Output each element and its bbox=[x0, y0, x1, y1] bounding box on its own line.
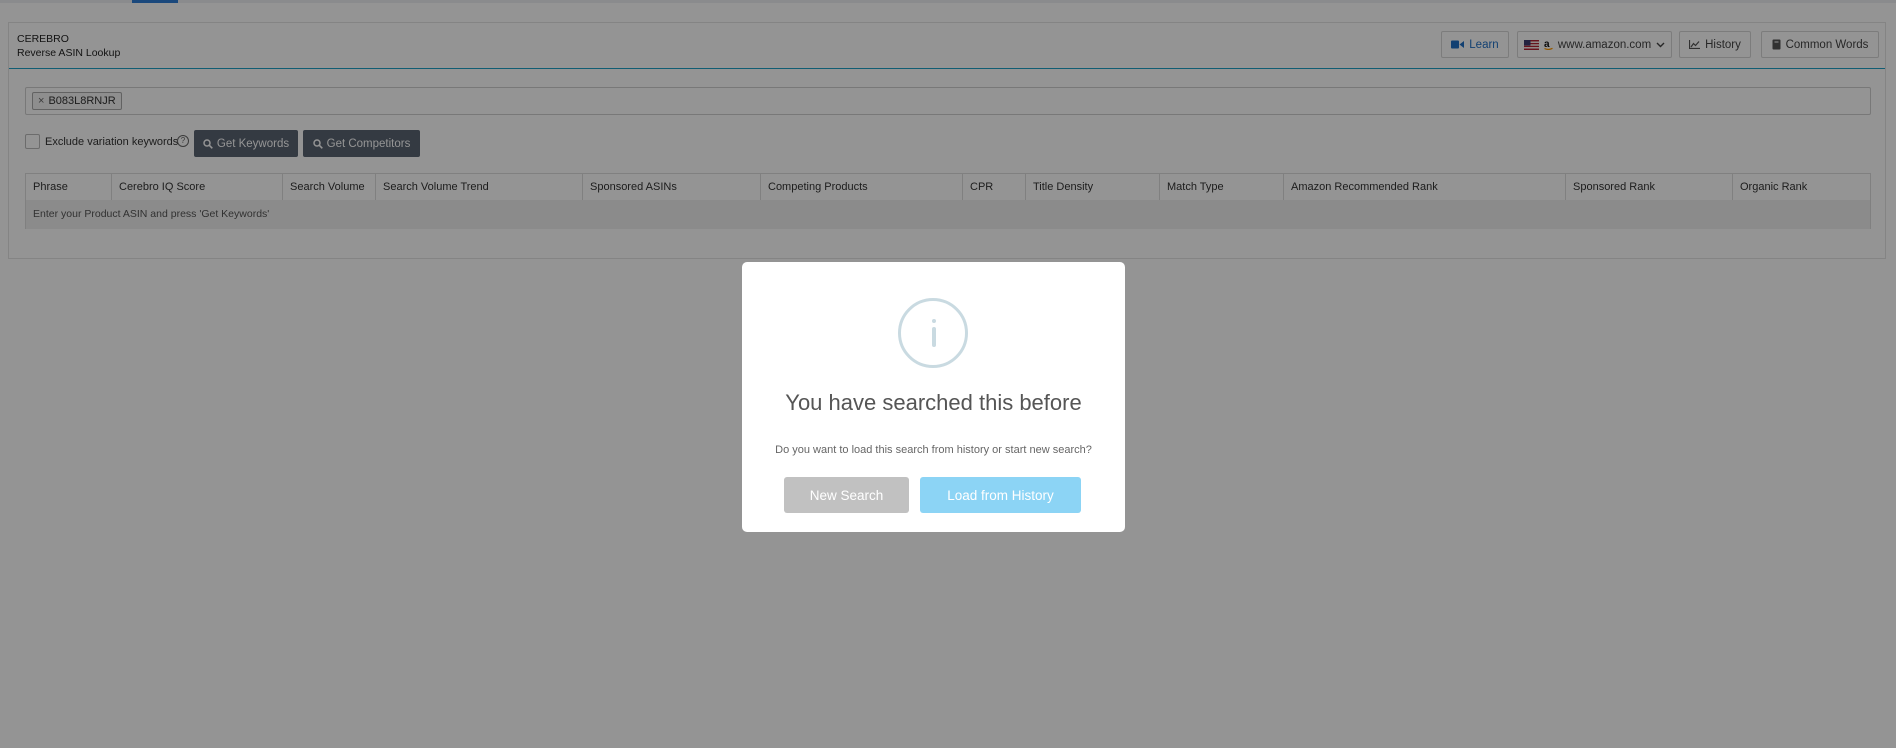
new-search-button[interactable]: New Search bbox=[784, 477, 909, 513]
info-icon-dot bbox=[932, 319, 936, 323]
search-history-dialog: You have searched this before Do you wan… bbox=[742, 262, 1125, 532]
info-icon bbox=[898, 298, 968, 368]
dialog-message: Do you want to load this search from his… bbox=[775, 444, 1092, 456]
info-icon-bar bbox=[932, 327, 936, 347]
dialog-title: You have searched this before bbox=[785, 390, 1082, 415]
load-from-history-button[interactable]: Load from History bbox=[920, 477, 1081, 513]
